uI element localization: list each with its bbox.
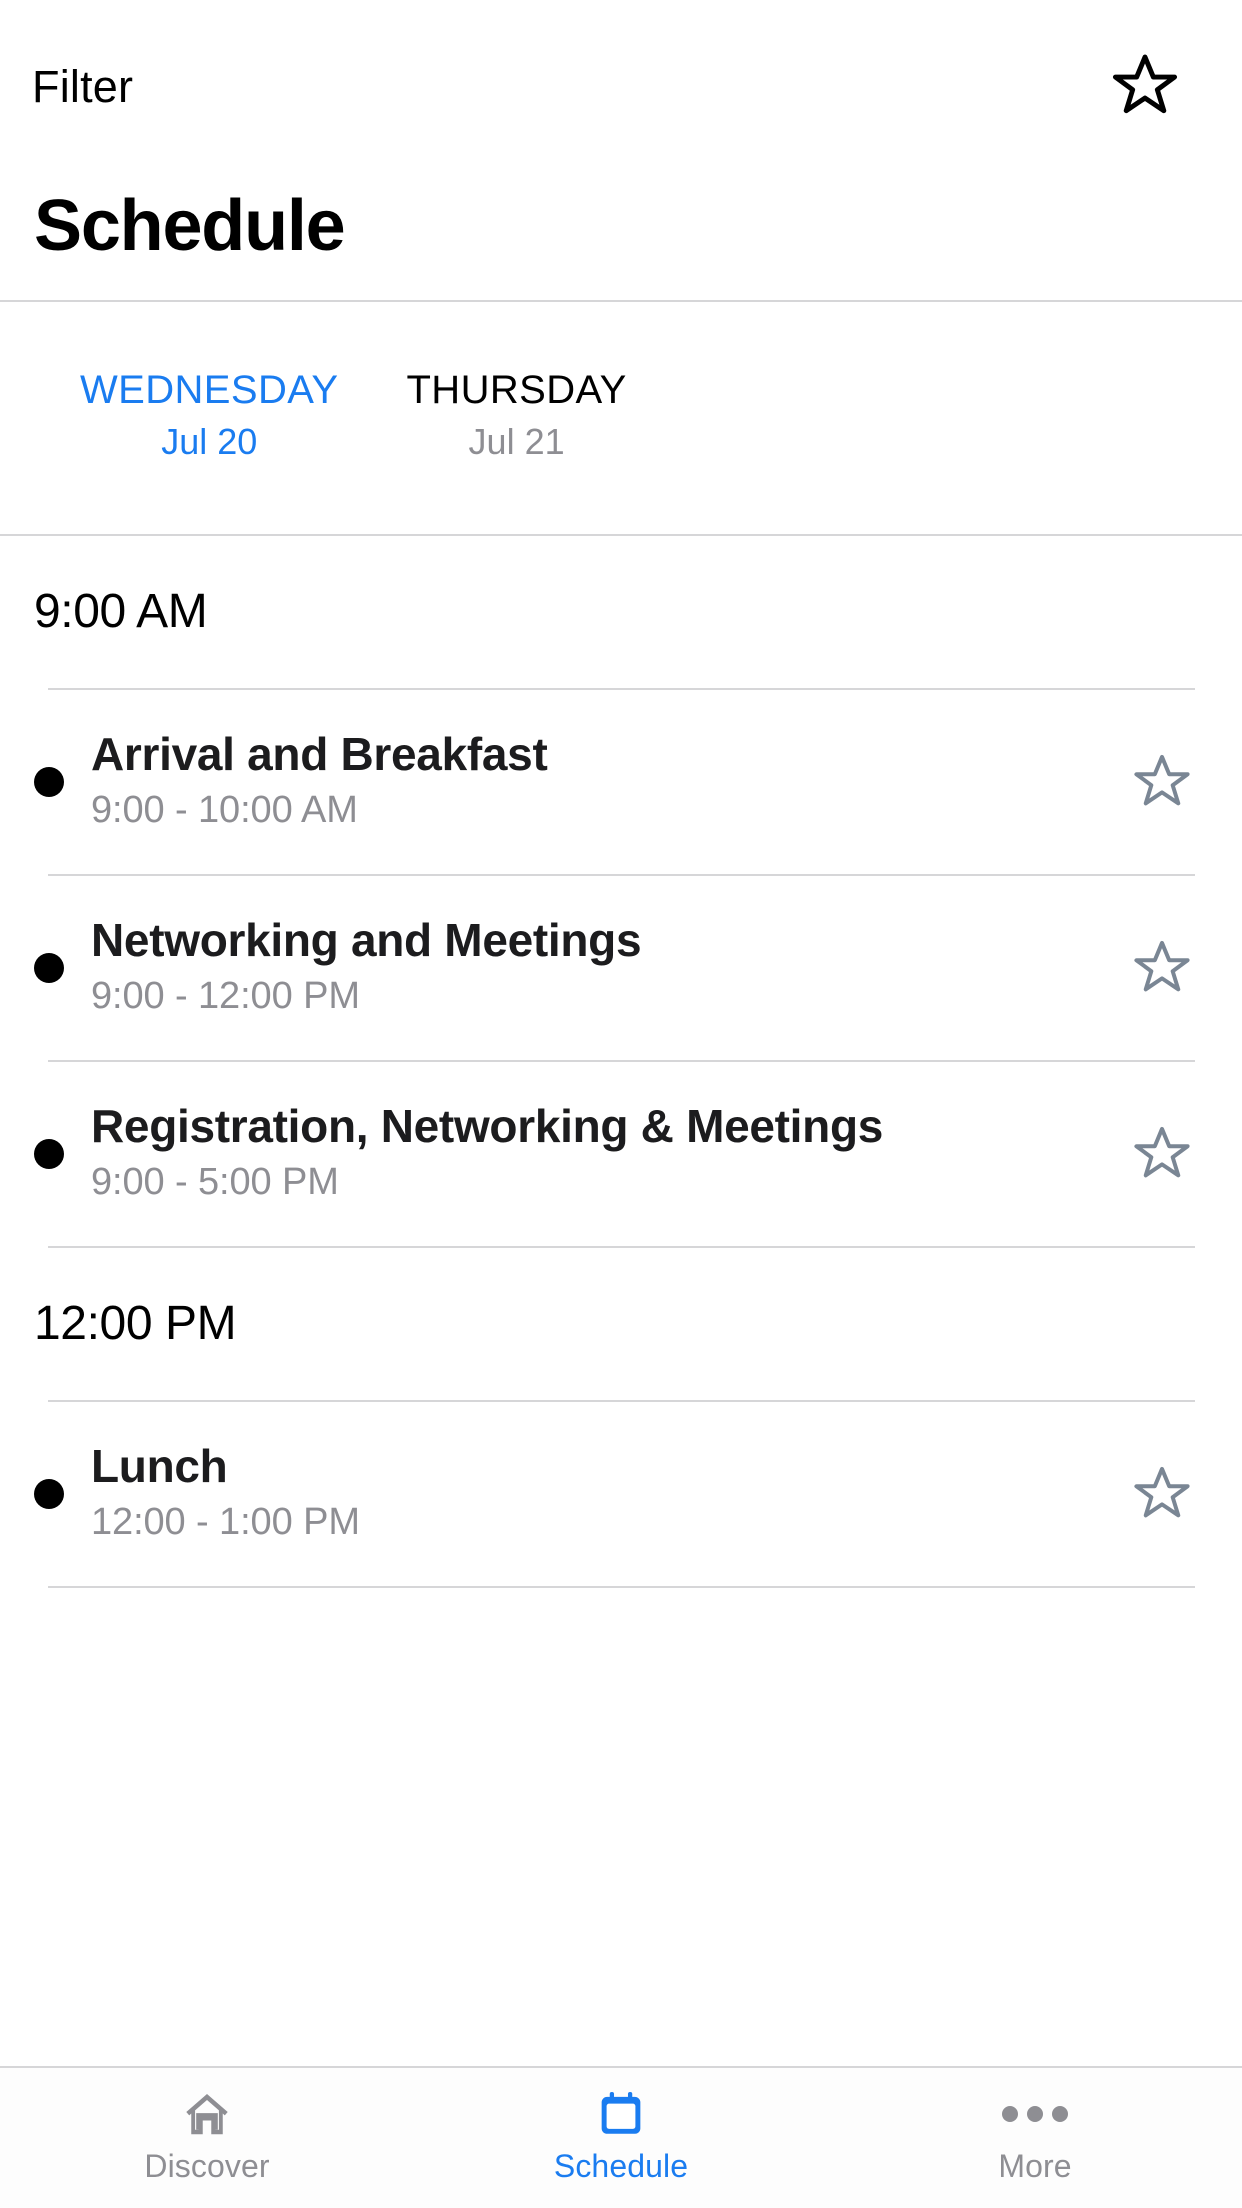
home-icon	[180, 2086, 234, 2142]
day-tab-name: THURSDAY	[406, 368, 627, 413]
schedule-row[interactable]: Networking and Meetings 9:00 - 12:00 PM	[0, 876, 1242, 1060]
event-bullet-icon	[34, 1139, 64, 1169]
day-tab-wednesday[interactable]: WEDNESDAY Jul 20	[46, 367, 372, 468]
filter-button[interactable]: Filter	[32, 42, 133, 109]
tab-schedule[interactable]: Schedule	[414, 2086, 828, 2182]
day-tab-bar: WEDNESDAY Jul 20 THURSDAY Jul 21	[0, 302, 1242, 534]
event-text: Networking and Meetings 9:00 - 12:00 PM	[91, 914, 1109, 1022]
time-group-label: 12:00 PM	[34, 1297, 237, 1350]
event-text: Lunch 12:00 - 1:00 PM	[91, 1440, 1109, 1548]
event-bullet-icon	[34, 953, 64, 983]
schedule-row[interactable]: Arrival and Breakfast 9:00 - 10:00 AM	[0, 690, 1242, 874]
tab-label: Discover	[144, 2148, 270, 2184]
bottom-tab-bar: Discover Schedule More	[0, 2066, 1242, 2208]
event-time: 9:00 - 12:00 PM	[91, 975, 360, 1018]
event-bullet-icon	[34, 767, 64, 797]
event-star-icon[interactable]	[1129, 1461, 1195, 1527]
event-time: 9:00 - 10:00 AM	[91, 789, 358, 832]
time-group-header: 12:00 PM	[0, 1248, 1242, 1400]
day-tab-name: WEDNESDAY	[80, 368, 339, 413]
tab-discover[interactable]: Discover	[0, 2086, 414, 2182]
calendar-icon	[594, 2086, 648, 2142]
event-star-icon[interactable]	[1129, 935, 1195, 1001]
app-screen: Filter Schedule WEDNESDAY Jul 20 THURSDA…	[0, 0, 1242, 2208]
day-tab-date: Jul 20	[161, 420, 258, 462]
schedule-row[interactable]: Registration, Networking & Meetings 9:00…	[0, 1062, 1242, 1246]
event-bullet-icon	[34, 1479, 64, 1509]
page-title-zone: Schedule	[0, 150, 1242, 300]
top-bar: Filter	[0, 0, 1242, 150]
tab-more[interactable]: More	[828, 2086, 1242, 2182]
day-tab-thursday[interactable]: THURSDAY Jul 21	[372, 367, 660, 468]
favorites-star-icon[interactable]	[1108, 49, 1182, 123]
event-time: 12:00 - 1:00 PM	[91, 1501, 360, 1544]
time-group-label: 9:00 AM	[34, 585, 208, 638]
event-title: Registration, Networking & Meetings	[91, 1099, 884, 1152]
event-star-icon[interactable]	[1129, 749, 1195, 815]
day-tab-date: Jul 21	[468, 420, 565, 462]
event-text: Arrival and Breakfast 9:00 - 10:00 AM	[91, 728, 1109, 836]
time-group-header: 9:00 AM	[0, 536, 1242, 688]
schedule-list[interactable]: 9:00 AM Arrival and Breakfast 9:00 - 10:…	[0, 536, 1242, 2066]
event-title: Lunch	[91, 1439, 228, 1492]
tab-label: Schedule	[553, 2148, 689, 2184]
row-divider	[48, 1586, 1195, 1588]
tab-label: More	[998, 2148, 1072, 2184]
ellipsis-icon	[1002, 2086, 1068, 2142]
event-star-icon[interactable]	[1129, 1121, 1195, 1187]
event-title: Networking and Meetings	[91, 913, 642, 966]
schedule-row[interactable]: Lunch 12:00 - 1:00 PM	[0, 1402, 1242, 1586]
page-title: Schedule	[34, 186, 346, 266]
event-time: 9:00 - 5:00 PM	[91, 1161, 339, 1204]
event-text: Registration, Networking & Meetings 9:00…	[91, 1100, 1109, 1208]
event-title: Arrival and Breakfast	[91, 727, 548, 780]
